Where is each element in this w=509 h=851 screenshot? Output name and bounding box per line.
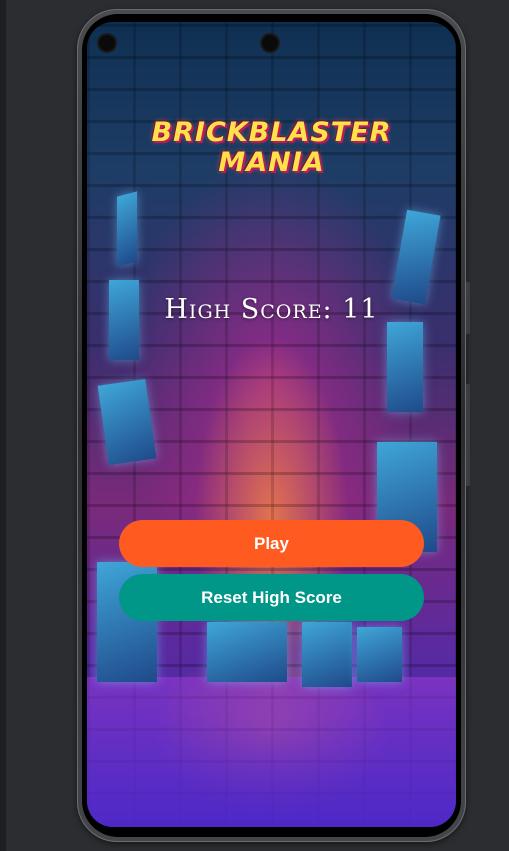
power-button: [466, 282, 470, 334]
reset-high-score-button[interactable]: Reset High Score: [119, 574, 424, 621]
camera-cutout: [99, 35, 115, 51]
right-rock-shard: [387, 322, 423, 412]
floor-rock: [207, 622, 287, 682]
game-screen: BRICKBLASTER MANIA High Score: 11 Play R…: [87, 22, 456, 827]
play-button[interactable]: Play: [119, 520, 424, 567]
high-score-label: High Score: 11: [164, 294, 379, 325]
floor-rock: [302, 622, 352, 687]
floor-rock: [357, 627, 402, 682]
volume-button: [466, 384, 470, 486]
floor-glow: [87, 677, 456, 827]
game-title-line1: BRICKBLASTER: [151, 117, 392, 148]
game-title-line2: MANIA: [218, 147, 325, 178]
left-rock-shard: [117, 191, 137, 267]
ide-side-strip: [0, 0, 6, 851]
camera-cutout: [262, 35, 278, 51]
